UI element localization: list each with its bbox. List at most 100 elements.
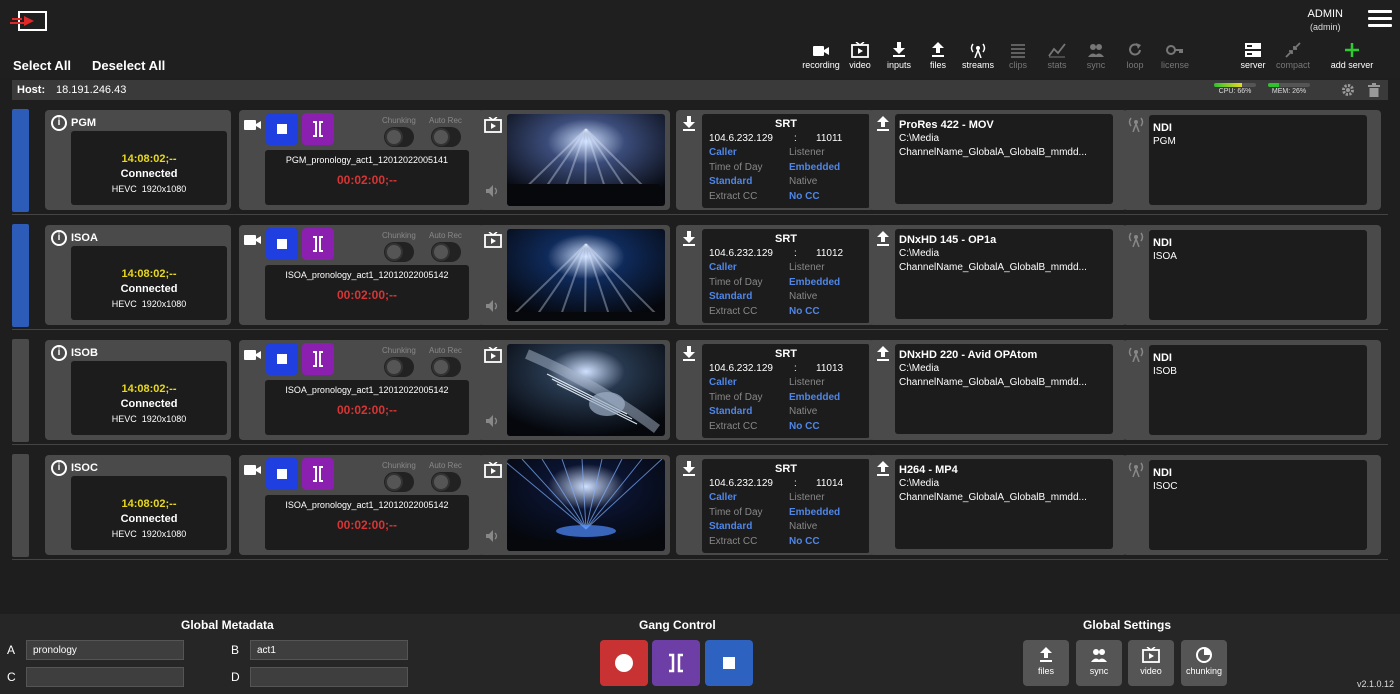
output-panel[interactable]: DNxHD 145 - OP1a C:\Media ChannelName_Gl… — [895, 229, 1113, 319]
chunking-toggle[interactable] — [384, 472, 414, 492]
speaker-icon[interactable] — [485, 299, 501, 313]
stream-panel[interactable]: NDI PGM — [1149, 115, 1367, 205]
srt-standard[interactable]: Standard — [709, 520, 752, 535]
metadata-field-a[interactable]: pronology — [26, 640, 184, 660]
row-select-tab[interactable] — [12, 454, 29, 557]
toolbar-clips-button[interactable]: clips — [996, 42, 1040, 70]
split-button[interactable] — [302, 228, 334, 260]
srt-input-panel[interactable]: SRT 104.6.232.129: 11013 Caller Listener T… — [702, 344, 870, 438]
srt-mode-caller[interactable]: Caller — [709, 376, 737, 391]
srt-native[interactable]: Native — [789, 290, 817, 305]
srt-timecode-value[interactable]: Embedded — [789, 506, 840, 521]
srt-mode-listener[interactable]: Listener — [789, 261, 825, 276]
toolbar-inputs-button[interactable]: inputs — [877, 42, 921, 70]
stream-panel[interactable]: NDI ISOC — [1149, 460, 1367, 550]
srt-standard[interactable]: Standard — [709, 405, 752, 420]
toolbar-compact-button[interactable]: compact — [1271, 42, 1315, 70]
settings-files-button[interactable]: files — [1023, 640, 1069, 686]
srt-cc-value[interactable]: No CC — [789, 305, 820, 320]
metadata-field-c[interactable] — [26, 667, 184, 687]
srt-timecode-value[interactable]: Embedded — [789, 161, 840, 176]
srt-mode-listener[interactable]: Listener — [789, 146, 825, 161]
srt-input-panel[interactable]: SRT 104.6.232.129: 11014 Caller Listener T… — [702, 459, 870, 553]
metadata-field-d[interactable] — [250, 667, 408, 687]
srt-cc-value[interactable]: No CC — [789, 420, 820, 435]
toolbar-stats-button[interactable]: stats — [1035, 42, 1079, 70]
output-panel[interactable]: H264 - MP4 C:\Media ChannelName_GlobalA_… — [895, 459, 1113, 549]
info-icon[interactable]: i — [51, 230, 67, 246]
deselect-all-button[interactable]: Deselect All — [92, 58, 165, 73]
toolbar-loop-button[interactable]: loop — [1113, 42, 1157, 70]
srt-standard[interactable]: Standard — [709, 290, 752, 305]
info-icon[interactable]: i — [51, 460, 67, 476]
chunking-toggle[interactable] — [384, 127, 414, 147]
stop-button[interactable] — [266, 228, 298, 260]
srt-mode-caller[interactable]: Caller — [709, 491, 737, 506]
srt-mode-listener[interactable]: Listener — [789, 491, 825, 506]
srt-native[interactable]: Native — [789, 405, 817, 420]
srt-input-panel[interactable]: SRT 104.6.232.129: 11012 Caller Listener T… — [702, 229, 870, 323]
app-logo-icon[interactable] — [10, 10, 48, 32]
srt-native[interactable]: Native — [789, 175, 817, 190]
tv-icon[interactable] — [484, 117, 502, 133]
speaker-icon[interactable] — [485, 184, 501, 198]
trash-icon[interactable] — [1368, 83, 1380, 97]
settings-sync-button[interactable]: sync — [1076, 640, 1122, 686]
srt-mode-listener[interactable]: Listener — [789, 376, 825, 391]
user-info[interactable]: ADMIN (admin) — [1308, 8, 1343, 34]
srt-timecode-value[interactable]: Embedded — [789, 391, 840, 406]
srt-native[interactable]: Native — [789, 520, 817, 535]
gang-record-button[interactable] — [600, 640, 648, 686]
toolbar-sync-button[interactable]: sync — [1074, 42, 1118, 70]
stream-panel[interactable]: NDI ISOA — [1149, 230, 1367, 320]
toolbar-files-button[interactable]: files — [916, 42, 960, 70]
metadata-field-b[interactable]: act1 — [250, 640, 408, 660]
srt-mode-caller[interactable]: Caller — [709, 146, 737, 161]
info-icon[interactable]: i — [51, 345, 67, 361]
settings-video-button[interactable]: video — [1128, 640, 1174, 686]
split-button[interactable] — [302, 343, 334, 375]
row-select-tab[interactable] — [12, 224, 29, 327]
autorec-toggle[interactable] — [431, 127, 461, 147]
toolbar-add-server-button[interactable]: add server — [1330, 42, 1374, 70]
stop-button[interactable] — [266, 343, 298, 375]
gang-stop-button[interactable] — [705, 640, 753, 686]
speaker-icon[interactable] — [485, 529, 501, 543]
toolbar-license-button[interactable]: license — [1153, 42, 1197, 70]
speaker-icon[interactable] — [485, 414, 501, 428]
gear-icon[interactable] — [1341, 83, 1355, 97]
chunking-toggle[interactable] — [384, 357, 414, 377]
tv-icon[interactable] — [484, 347, 502, 363]
tv-icon[interactable] — [484, 462, 502, 478]
stop-button[interactable] — [266, 113, 298, 145]
toolbar-recording-button[interactable]: recording — [799, 42, 843, 70]
split-button[interactable] — [302, 113, 334, 145]
toolbar-server-button[interactable]: server — [1231, 42, 1275, 70]
row-select-tab[interactable] — [12, 339, 29, 442]
autorec-toggle[interactable] — [431, 472, 461, 492]
tv-icon[interactable] — [484, 232, 502, 248]
autorec-toggle[interactable] — [431, 357, 461, 377]
split-button[interactable] — [302, 458, 334, 490]
gang-split-button[interactable] — [652, 640, 700, 686]
stop-button[interactable] — [266, 458, 298, 490]
output-panel[interactable]: ProRes 422 - MOV C:\Media ChannelName_Gl… — [895, 114, 1113, 204]
srt-timecode-value[interactable]: Embedded — [789, 276, 840, 291]
toolbar-streams-button[interactable]: streams — [956, 42, 1000, 70]
stream-panel[interactable]: NDI ISOB — [1149, 345, 1367, 435]
settings-chunking-button[interactable]: chunking — [1181, 640, 1227, 686]
srt-cc-value[interactable]: No CC — [789, 190, 820, 205]
preview-card — [479, 455, 670, 555]
srt-standard[interactable]: Standard — [709, 175, 752, 190]
srt-mode-caller[interactable]: Caller — [709, 261, 737, 276]
info-icon[interactable]: i — [51, 115, 67, 131]
row-select-tab[interactable] — [12, 109, 29, 212]
srt-cc-value[interactable]: No CC — [789, 535, 820, 550]
output-panel[interactable]: DNxHD 220 - Avid OPAtom C:\Media Channel… — [895, 344, 1113, 434]
autorec-toggle[interactable] — [431, 242, 461, 262]
hamburger-menu-icon[interactable] — [1368, 10, 1392, 30]
select-all-button[interactable]: Select All — [13, 58, 71, 73]
chunking-toggle[interactable] — [384, 242, 414, 262]
srt-input-panel[interactable]: SRT 104.6.232.129: 11011 Caller Listener T… — [702, 114, 870, 208]
toolbar-video-button[interactable]: video — [838, 42, 882, 70]
